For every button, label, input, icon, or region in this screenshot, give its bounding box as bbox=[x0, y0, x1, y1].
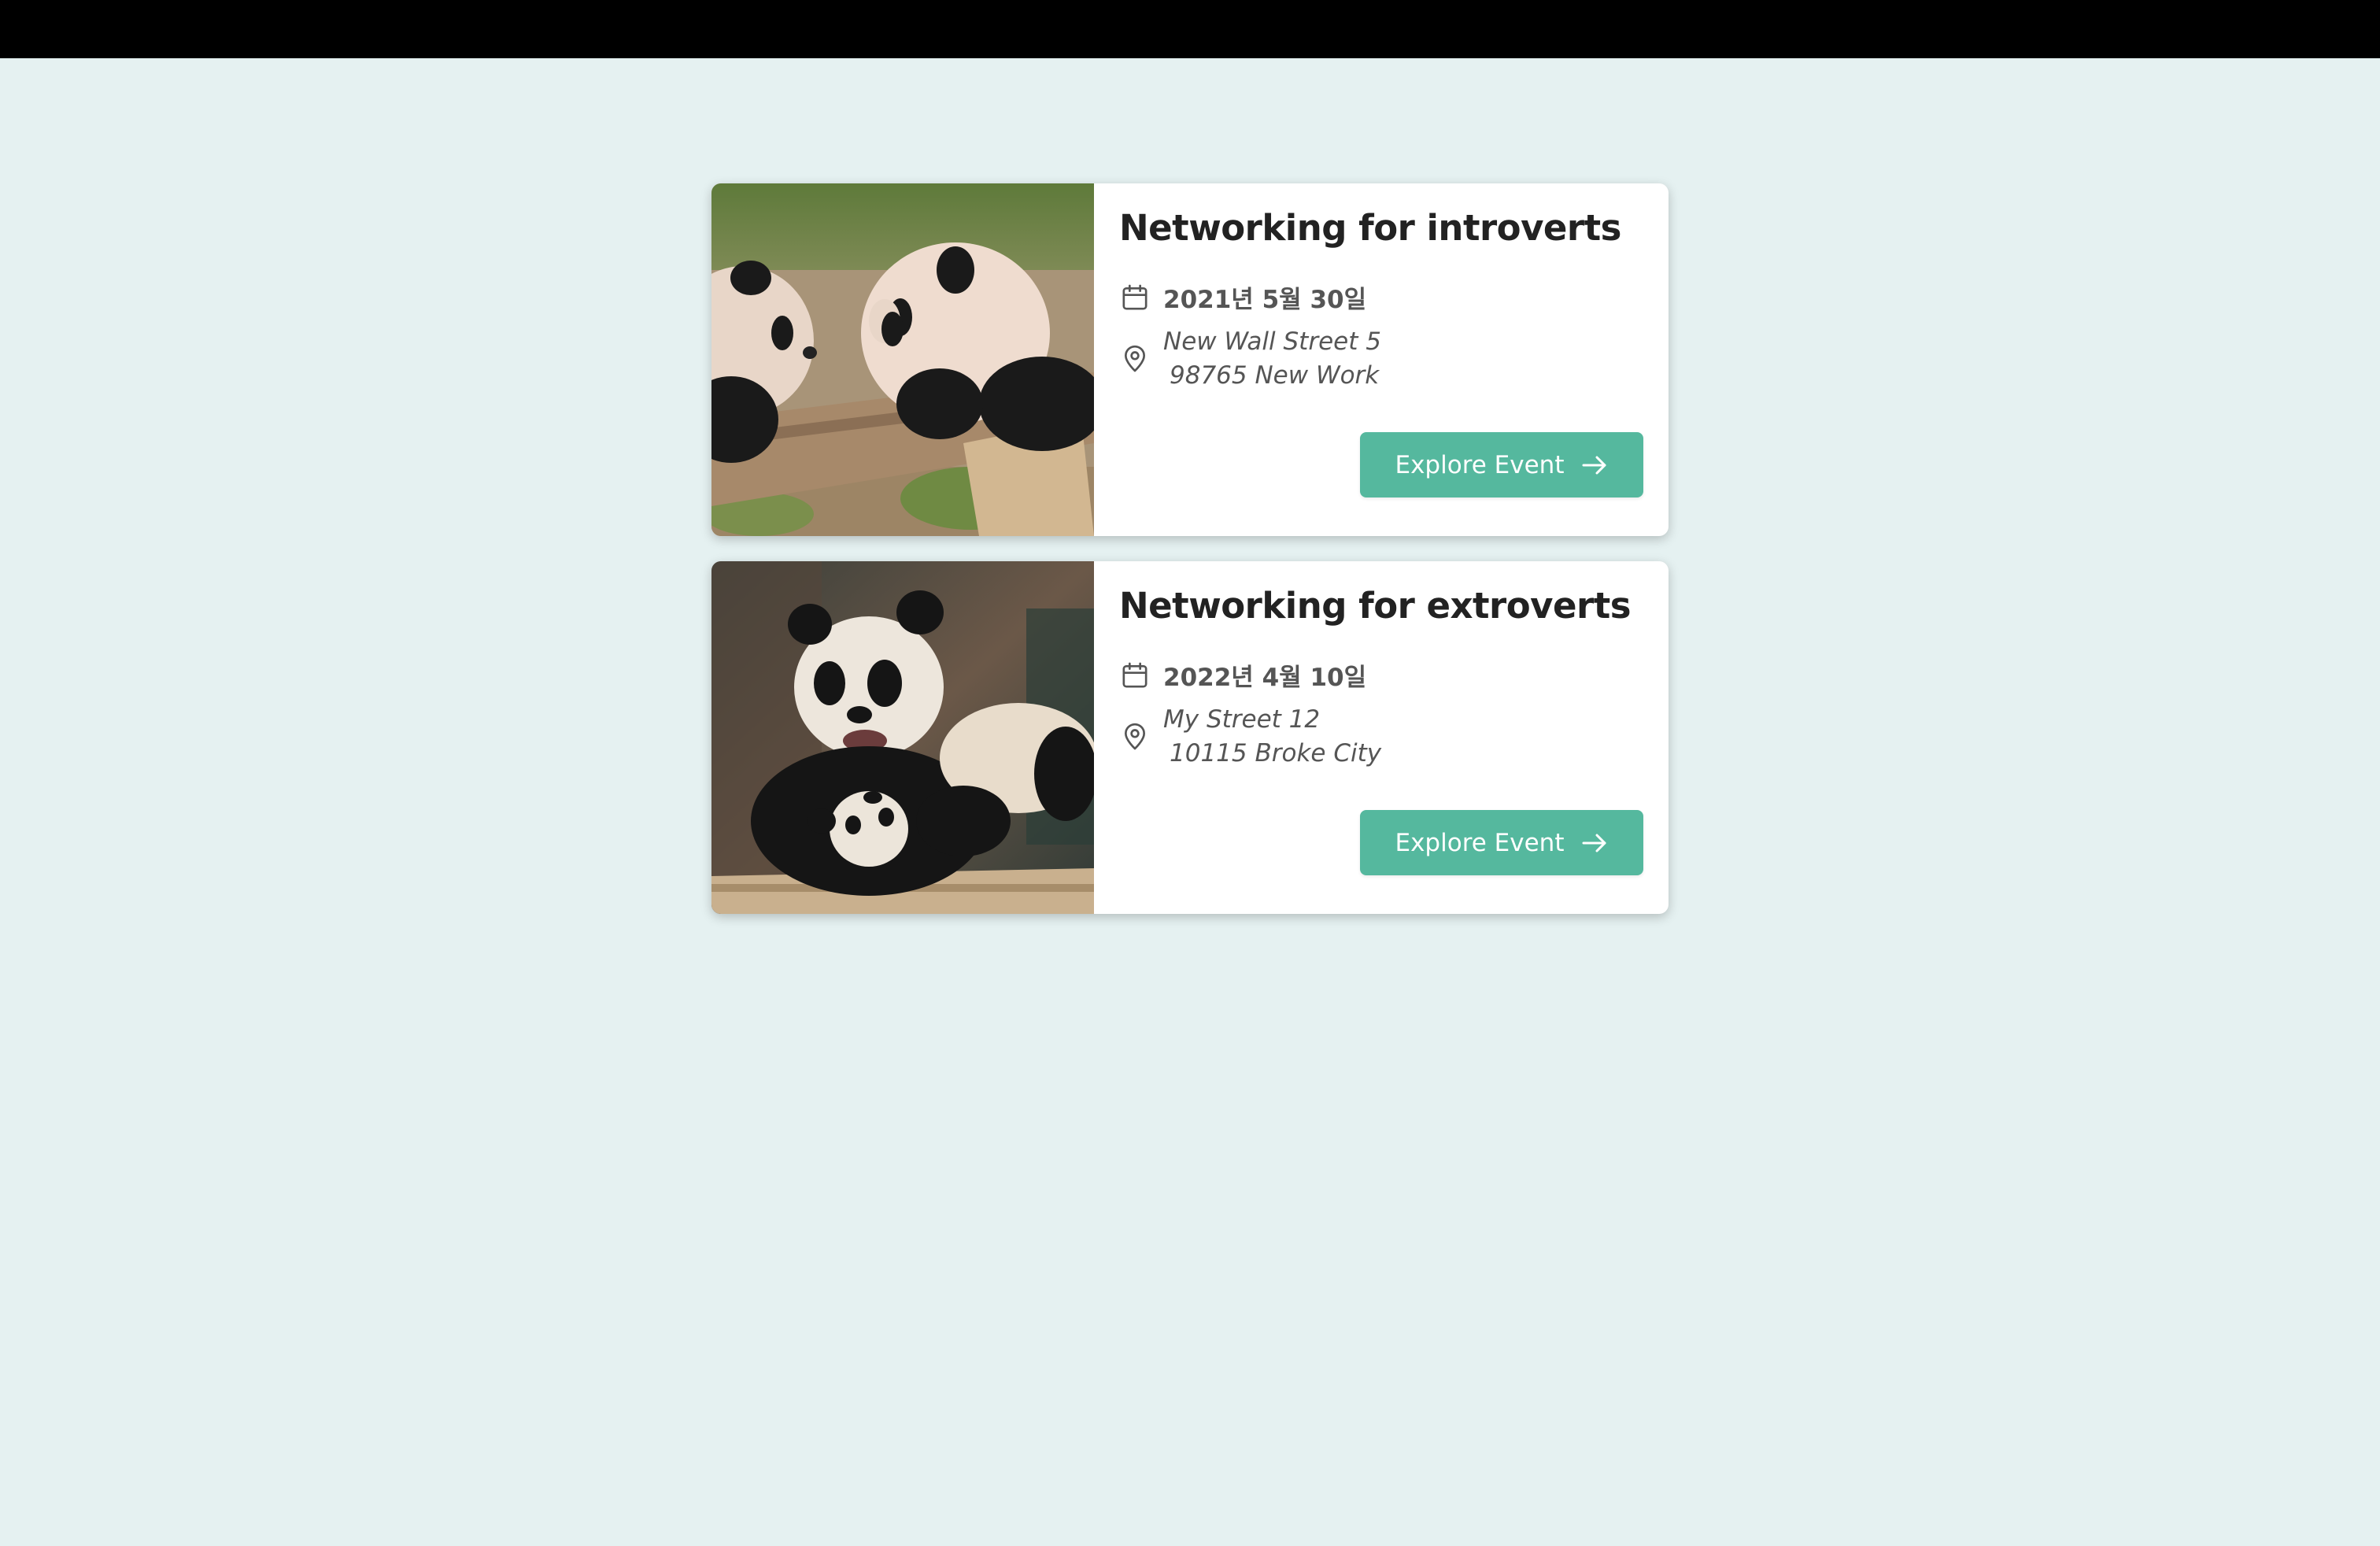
event-date-text: 2021년 5월 30일 bbox=[1163, 286, 1367, 314]
two-pandas-image bbox=[711, 183, 1094, 536]
explore-event-label: Explore Event bbox=[1395, 828, 1565, 857]
map-pin-icon bbox=[1125, 345, 1145, 372]
explore-event-button[interactable]: Explore Event bbox=[1360, 432, 1643, 497]
address-line-1: My Street 12 bbox=[1163, 705, 1321, 734]
event-details: Networking for extroverts 2022년 4월 10일 M… bbox=[1094, 561, 1669, 914]
explore-event-label: Explore Event bbox=[1395, 450, 1565, 479]
event-location: New Wall Street 5 98765 New Work bbox=[1119, 325, 1381, 393]
calendar-icon bbox=[1122, 662, 1148, 687]
event-image bbox=[711, 561, 1094, 914]
event-details: Networking for introverts 2021년 5월 30일 N… bbox=[1094, 183, 1669, 536]
panda-mother-and-cub-image bbox=[711, 561, 1094, 914]
address-line-1: New Wall Street 5 bbox=[1163, 327, 1381, 356]
address-line-2: 98765 New Work bbox=[1170, 361, 1380, 390]
event-address: New Wall Street 5 98765 New Work bbox=[1163, 325, 1381, 393]
arrow-right-icon bbox=[1582, 834, 1606, 852]
arrow-right-icon bbox=[1582, 456, 1606, 474]
event-title: Networking for introverts bbox=[1119, 207, 1621, 249]
event-date-text: 2022년 4월 10일 bbox=[1163, 664, 1367, 692]
explore-event-button[interactable]: Explore Event bbox=[1360, 810, 1643, 875]
calendar-icon bbox=[1122, 284, 1148, 309]
top-bar bbox=[0, 0, 2380, 58]
event-location: My Street 12 10115 Broke City bbox=[1119, 703, 1381, 771]
event-card: Networking for introverts 2021년 5월 30일 N… bbox=[711, 183, 1669, 536]
event-card: Networking for extroverts 2022년 4월 10일 M… bbox=[711, 561, 1669, 914]
event-address: My Street 12 10115 Broke City bbox=[1163, 703, 1381, 771]
event-title: Networking for extroverts bbox=[1119, 585, 1632, 627]
event-date: 2021년 5월 30일 bbox=[1119, 279, 1366, 315]
event-image bbox=[711, 183, 1094, 536]
address-line-2: 10115 Broke City bbox=[1170, 739, 1382, 767]
event-date: 2022년 4월 10일 bbox=[1119, 657, 1366, 693]
map-pin-icon bbox=[1125, 723, 1145, 750]
